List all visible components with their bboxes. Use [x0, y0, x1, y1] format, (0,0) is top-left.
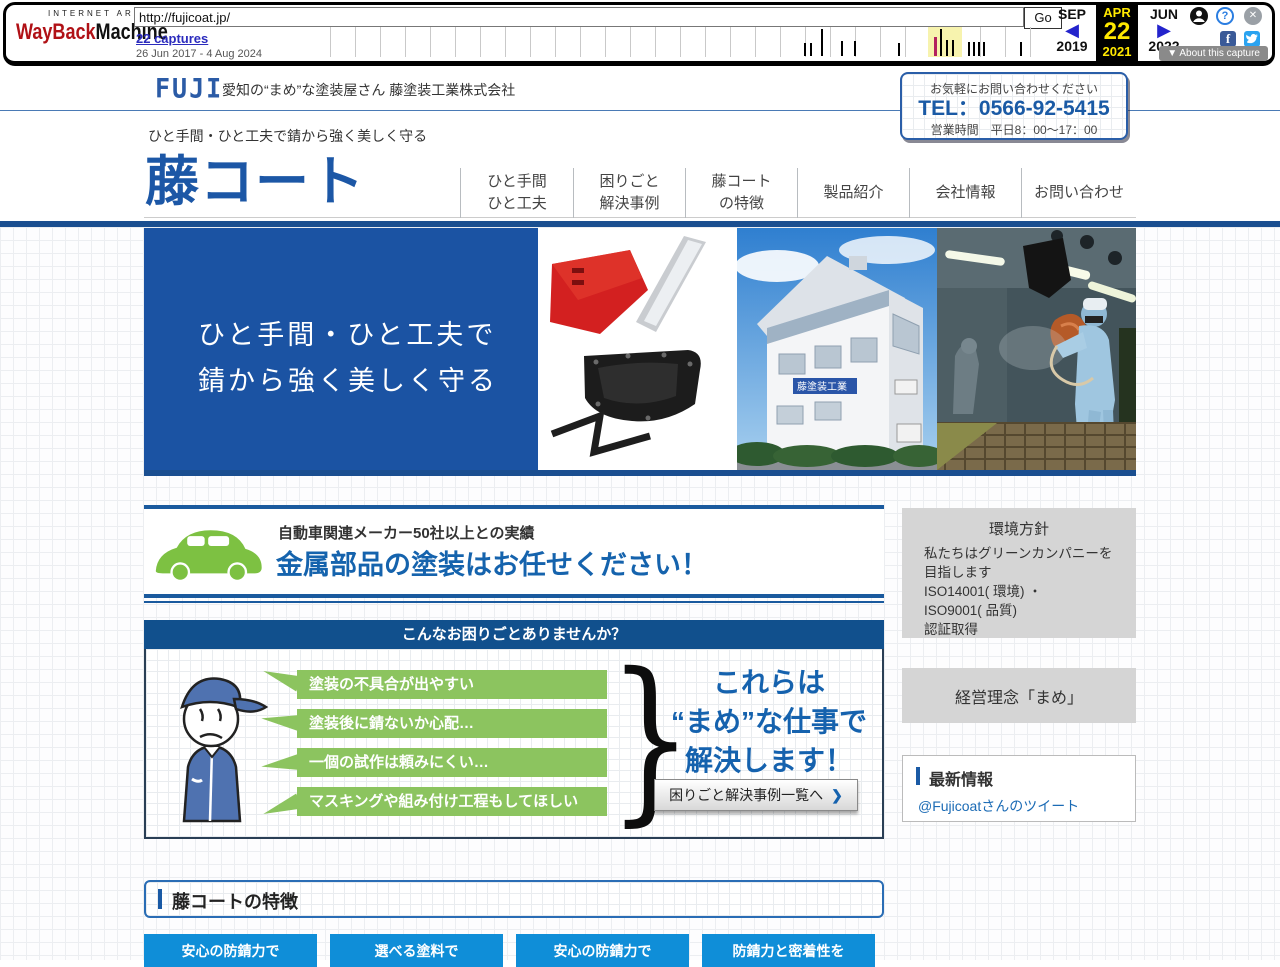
- nav-item-company[interactable]: 会社情報: [909, 168, 1021, 218]
- header-blue-bar: [0, 221, 1280, 227]
- nav-item-komarigoto[interactable]: 困りごと解決事例: [573, 168, 685, 218]
- current-year-label: 2021: [1096, 44, 1138, 59]
- nav-item-tokucho[interactable]: 藤コートの特徴: [685, 168, 797, 218]
- features-heading: 藤コートの特徴: [172, 888, 298, 914]
- help-icon[interactable]: ?: [1216, 7, 1234, 25]
- wayback-toolbar: INTERNET ARCHIVE WayBackMachine Go 22 ca…: [3, 2, 1275, 66]
- capture-date-range: 26 Jun 2017 - 4 Aug 2024: [136, 48, 262, 60]
- env-title: 環境方針: [902, 518, 1136, 539]
- nav-item-products[interactable]: 製品紹介: [797, 168, 909, 218]
- contact-tel-box: お気軽にお問い合わせください TEL：0566-92-5415 営業時間 平日8…: [900, 72, 1128, 140]
- problems-header: こんなお困りごとありませんか？: [144, 620, 884, 649]
- facebook-icon[interactable]: f: [1220, 31, 1236, 47]
- contact-invite-text: お気軽にお問い合わせください: [902, 80, 1126, 97]
- feature-box-3[interactable]: 安心の防錆力で: [516, 934, 689, 967]
- next-capture-arrow[interactable]: ▶: [1142, 22, 1186, 38]
- problems-box: 塗装の不具合が出やすい 塗装後に錆ないか心配… 一個の試作は頼みにくい… マスキ…: [144, 649, 884, 839]
- features-heading-box: 藤コートの特徴: [144, 880, 884, 918]
- hero-bottom-bar: [144, 470, 1136, 476]
- prev-capture-arrow[interactable]: ◀: [1050, 22, 1094, 38]
- hero-photo-spray-booth: [937, 228, 1136, 470]
- feature-box-4[interactable]: 防錆力と密着性を: [702, 934, 875, 967]
- hero-photo-painted-parts: [538, 228, 737, 470]
- phone-number: TEL：0566-92-5415: [902, 97, 1126, 121]
- captures-link[interactable]: 22 captures: [136, 31, 208, 46]
- env-body: 私たちはグリーンカンパニーを 目指します ISO14001( 環境) ・ ISO…: [924, 544, 1136, 639]
- current-capture-date[interactable]: APR 22 2021: [1096, 2, 1138, 64]
- prev-year-label[interactable]: 2019: [1050, 38, 1094, 54]
- nav-item-hitotema[interactable]: ひと手間ひと工夫: [460, 168, 573, 218]
- hero-photo-factory-building: 藤塗装工業: [737, 228, 937, 470]
- prev-capture-column: SEP ◀ 2019: [1050, 6, 1094, 54]
- hero-line1: ひと手間・ひと工夫で: [198, 320, 496, 350]
- intro-headline: 金属部品の塗装はお任せください！: [276, 543, 708, 582]
- building-sign-text: 藤塗装工業: [797, 380, 847, 393]
- heading-accent-bar: [158, 889, 162, 909]
- feature-box-1[interactable]: 安心の防錆力で: [144, 934, 317, 967]
- problem-item: 塗装後に錆ないか心配…: [297, 709, 607, 738]
- intro-subtitle: 自動車関連メーカー50社以上との実績: [278, 522, 535, 543]
- solution-cases-button[interactable]: 困りごと解決事例一覧へ❯: [654, 779, 858, 811]
- twitter-icon[interactable]: [1244, 31, 1260, 47]
- site-title[interactable]: 藤コート: [145, 137, 365, 216]
- feature-box-2[interactable]: 選べる塗料で: [330, 934, 503, 967]
- sidebar-philosophy[interactable]: 経営理念「まめ」: [902, 668, 1136, 723]
- sidebar-news-box: 最新情報 @Fujicoatさんのツイート: [902, 755, 1136, 822]
- car-icon: [148, 521, 266, 590]
- hero-text-panel: ひと手間・ひと工夫で錆から強く美しく守る: [144, 228, 538, 470]
- problem-item: 一個の試作は頼みにくい…: [297, 748, 607, 777]
- problem-item: 塗装の不具合が出やすい: [297, 670, 607, 699]
- news-title: 最新情報: [929, 766, 993, 790]
- worried-worker-illustration: [154, 661, 276, 838]
- news-accent-bar: [916, 767, 920, 785]
- solution-text: これらは “まめ”な仕事で 解決します！: [644, 663, 894, 780]
- business-hours: 営業時間 平日8：00〜17：00: [902, 121, 1126, 138]
- problem-item: マスキングや組み付け工程もしてほしい: [297, 787, 607, 816]
- hero-line2: 錆から強く美しく守る: [198, 366, 498, 396]
- profile-icon[interactable]: [1190, 7, 1208, 30]
- about-arrow-icon: ▼: [1167, 48, 1177, 59]
- about-this-capture-button[interactable]: ▼ About this capture: [1159, 46, 1268, 61]
- company-tagline: 愛知の“まめ”な塗装屋さん 藤塗装工業株式会社: [222, 80, 515, 100]
- main-nav: ひと手間ひと工夫 困りごと解決事例 藤コートの特徴 製品紹介 会社情報 お問い合…: [460, 168, 1136, 218]
- sidebar-environment-policy[interactable]: 環境方針 私たちはグリーンカンパニーを 目指します ISO14001( 環境) …: [902, 508, 1136, 638]
- close-icon[interactable]: ✕: [1244, 7, 1262, 25]
- nav-item-contact[interactable]: お問い合わせ: [1021, 168, 1136, 218]
- url-input[interactable]: [134, 7, 1024, 27]
- twitter-feed-link[interactable]: @Fujicoatさんのツイート: [918, 796, 1079, 816]
- current-day-label: 22: [1096, 20, 1138, 44]
- intro-strip: 自動車関連メーカー50社以上との実績 金属部品の塗装はお任せください！: [144, 505, 884, 598]
- chevron-right-icon: ❯: [831, 787, 843, 803]
- fuji-logo[interactable]: FUJI: [155, 73, 223, 104]
- wayback-timeline[interactable]: [306, 27, 1054, 57]
